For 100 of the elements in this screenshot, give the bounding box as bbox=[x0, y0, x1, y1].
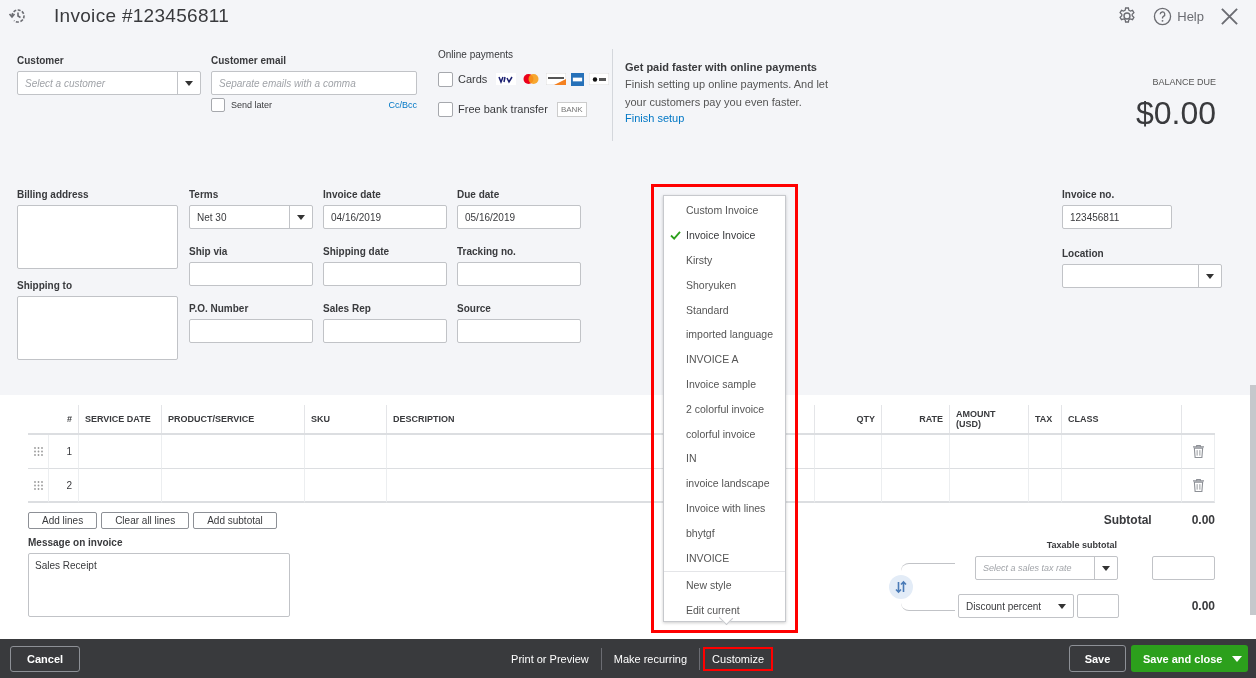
help-button[interactable]: Help bbox=[1153, 6, 1204, 26]
subtotal-amount: 0.00 bbox=[1191, 513, 1215, 527]
tax-amount-field[interactable] bbox=[1152, 556, 1215, 580]
column-header: SERVICE DATE bbox=[85, 414, 151, 424]
footer-button[interactable]: Print or Preview bbox=[502, 646, 598, 671]
footer-button[interactable]: Customize bbox=[703, 646, 774, 671]
table-cell[interactable] bbox=[162, 435, 305, 469]
address-field[interactable] bbox=[17, 296, 178, 360]
menu-item[interactable]: IN bbox=[664, 445, 785, 471]
table-cell[interactable] bbox=[882, 469, 950, 503]
cc-bcc-link[interactable]: Cc/Bcc bbox=[388, 100, 417, 110]
input-field[interactable]: 04/16/2019 bbox=[323, 205, 447, 229]
checkbox[interactable] bbox=[438, 101, 453, 117]
table-cell[interactable] bbox=[815, 435, 882, 469]
table-cell[interactable] bbox=[950, 435, 1029, 469]
table-cell[interactable] bbox=[1029, 435, 1062, 469]
finish-setup-link[interactable]: Finish setup bbox=[625, 112, 845, 124]
discount-field[interactable] bbox=[1077, 594, 1119, 618]
column-header: PRODUCT/SERVICE bbox=[168, 414, 255, 424]
table-cell[interactable] bbox=[1062, 469, 1182, 503]
field-label: Shipping date bbox=[323, 246, 391, 257]
history-icon[interactable] bbox=[8, 6, 28, 26]
caret-icon bbox=[1206, 273, 1214, 279]
menu-item[interactable]: Invoice sample bbox=[664, 371, 785, 397]
address-field[interactable] bbox=[17, 205, 178, 269]
menu-item[interactable]: Shoryuken bbox=[664, 272, 785, 298]
message-field[interactable]: Sales Receipt bbox=[28, 553, 290, 617]
menu-item[interactable]: Kirsty bbox=[664, 247, 785, 273]
field-label: Tracking no. bbox=[457, 246, 517, 257]
field-label: Invoice no. bbox=[1062, 189, 1116, 200]
checkbox[interactable] bbox=[211, 98, 225, 112]
settings-icon[interactable] bbox=[1117, 6, 1138, 26]
table-action-button[interactable]: Add subtotal bbox=[193, 512, 277, 529]
column-header: RATE bbox=[919, 414, 943, 424]
table-cell[interactable] bbox=[305, 469, 387, 503]
field-label: Customer bbox=[17, 55, 65, 66]
menu-item[interactable]: Standard bbox=[664, 297, 785, 322]
subtotal-label: Subtotal bbox=[1103, 513, 1152, 527]
table-cell[interactable] bbox=[1029, 469, 1062, 503]
input-field[interactable] bbox=[457, 262, 581, 286]
menu-item[interactable]: imported language bbox=[664, 322, 785, 347]
drag-handle-icon[interactable] bbox=[33, 447, 43, 456]
trash-icon[interactable] bbox=[1192, 478, 1204, 492]
table-cell[interactable] bbox=[79, 469, 162, 503]
terms-select[interactable]: Net 30 bbox=[189, 205, 313, 229]
menu-item[interactable]: invoice landscape bbox=[664, 470, 785, 496]
email-field[interactable]: Separate emails with a comma bbox=[211, 71, 417, 95]
close-icon[interactable] bbox=[1220, 6, 1239, 26]
input-field[interactable] bbox=[189, 262, 313, 286]
invoice-number-field[interactable]: 123456811 bbox=[1062, 205, 1172, 229]
window-title: Invoice #123456811 bbox=[54, 5, 230, 27]
input-field[interactable] bbox=[189, 319, 313, 343]
table-cell[interactable] bbox=[305, 435, 387, 469]
field-label: Due date bbox=[457, 189, 501, 200]
section-label: Online payments bbox=[438, 49, 515, 60]
table-cell[interactable] bbox=[1062, 435, 1182, 469]
column-header: AMOUNT (USD) bbox=[956, 409, 997, 429]
caret-icon bbox=[297, 214, 305, 220]
save-button[interactable]: Save bbox=[1069, 645, 1126, 672]
field-label: Invoice date bbox=[323, 189, 382, 200]
menu-item[interactable]: Invoice Invoice bbox=[664, 222, 785, 248]
location-select[interactable] bbox=[1062, 264, 1222, 288]
menu-item[interactable]: 2 colorful invoice bbox=[664, 396, 785, 422]
menu-item[interactable]: colorful invoice bbox=[664, 421, 785, 446]
column-header: CLASS bbox=[1068, 414, 1099, 424]
line-number: 2 bbox=[49, 469, 79, 503]
menu-item[interactable]: Invoice with lines bbox=[664, 495, 785, 521]
input-field[interactable] bbox=[323, 319, 447, 343]
menu-item[interactable]: bhytgf bbox=[664, 520, 785, 546]
input-field[interactable] bbox=[457, 319, 581, 343]
drag-handle-icon[interactable] bbox=[33, 480, 43, 490]
table-cell[interactable] bbox=[79, 435, 162, 469]
checkbox-label: Free bank transfer bbox=[458, 103, 548, 115]
promo-title: Get paid faster with online payments bbox=[625, 61, 818, 73]
menu-item[interactable]: Custom Invoice bbox=[664, 198, 785, 223]
swap-icon[interactable] bbox=[889, 575, 913, 599]
menu-item[interactable]: INVOICE bbox=[664, 545, 785, 570]
table-cell[interactable] bbox=[950, 469, 1029, 503]
scrollbar[interactable] bbox=[1250, 385, 1256, 615]
input-field[interactable] bbox=[323, 262, 447, 286]
table-cell[interactable] bbox=[162, 469, 305, 503]
trash-icon[interactable] bbox=[1192, 445, 1204, 458]
bank-badge: BANK bbox=[556, 101, 587, 117]
table-cell[interactable] bbox=[882, 435, 950, 469]
taxable-subtotal-label: Taxable subtotal bbox=[1046, 540, 1117, 550]
discount-type-select[interactable]: Discount percent bbox=[958, 594, 1074, 618]
table-cell[interactable] bbox=[815, 469, 882, 503]
checkbox-label: Send later bbox=[231, 100, 273, 110]
help-icon bbox=[1153, 6, 1173, 26]
column-header: DESCRIPTION bbox=[393, 414, 455, 424]
menu-item[interactable]: Edit current bbox=[664, 597, 785, 623]
menu-item[interactable]: New style bbox=[664, 572, 785, 598]
footer-button[interactable]: Make recurring bbox=[604, 646, 697, 671]
table-action-button[interactable]: Add lines bbox=[28, 512, 98, 529]
cancel-button[interactable]: Cancel bbox=[10, 645, 81, 672]
menu-item[interactable]: INVOICE A bbox=[664, 346, 785, 372]
table-action-button[interactable]: Clear all lines bbox=[101, 512, 190, 529]
check-icon bbox=[669, 230, 681, 240]
input-field[interactable]: 05/16/2019 bbox=[457, 205, 581, 229]
checkbox[interactable] bbox=[438, 71, 453, 87]
